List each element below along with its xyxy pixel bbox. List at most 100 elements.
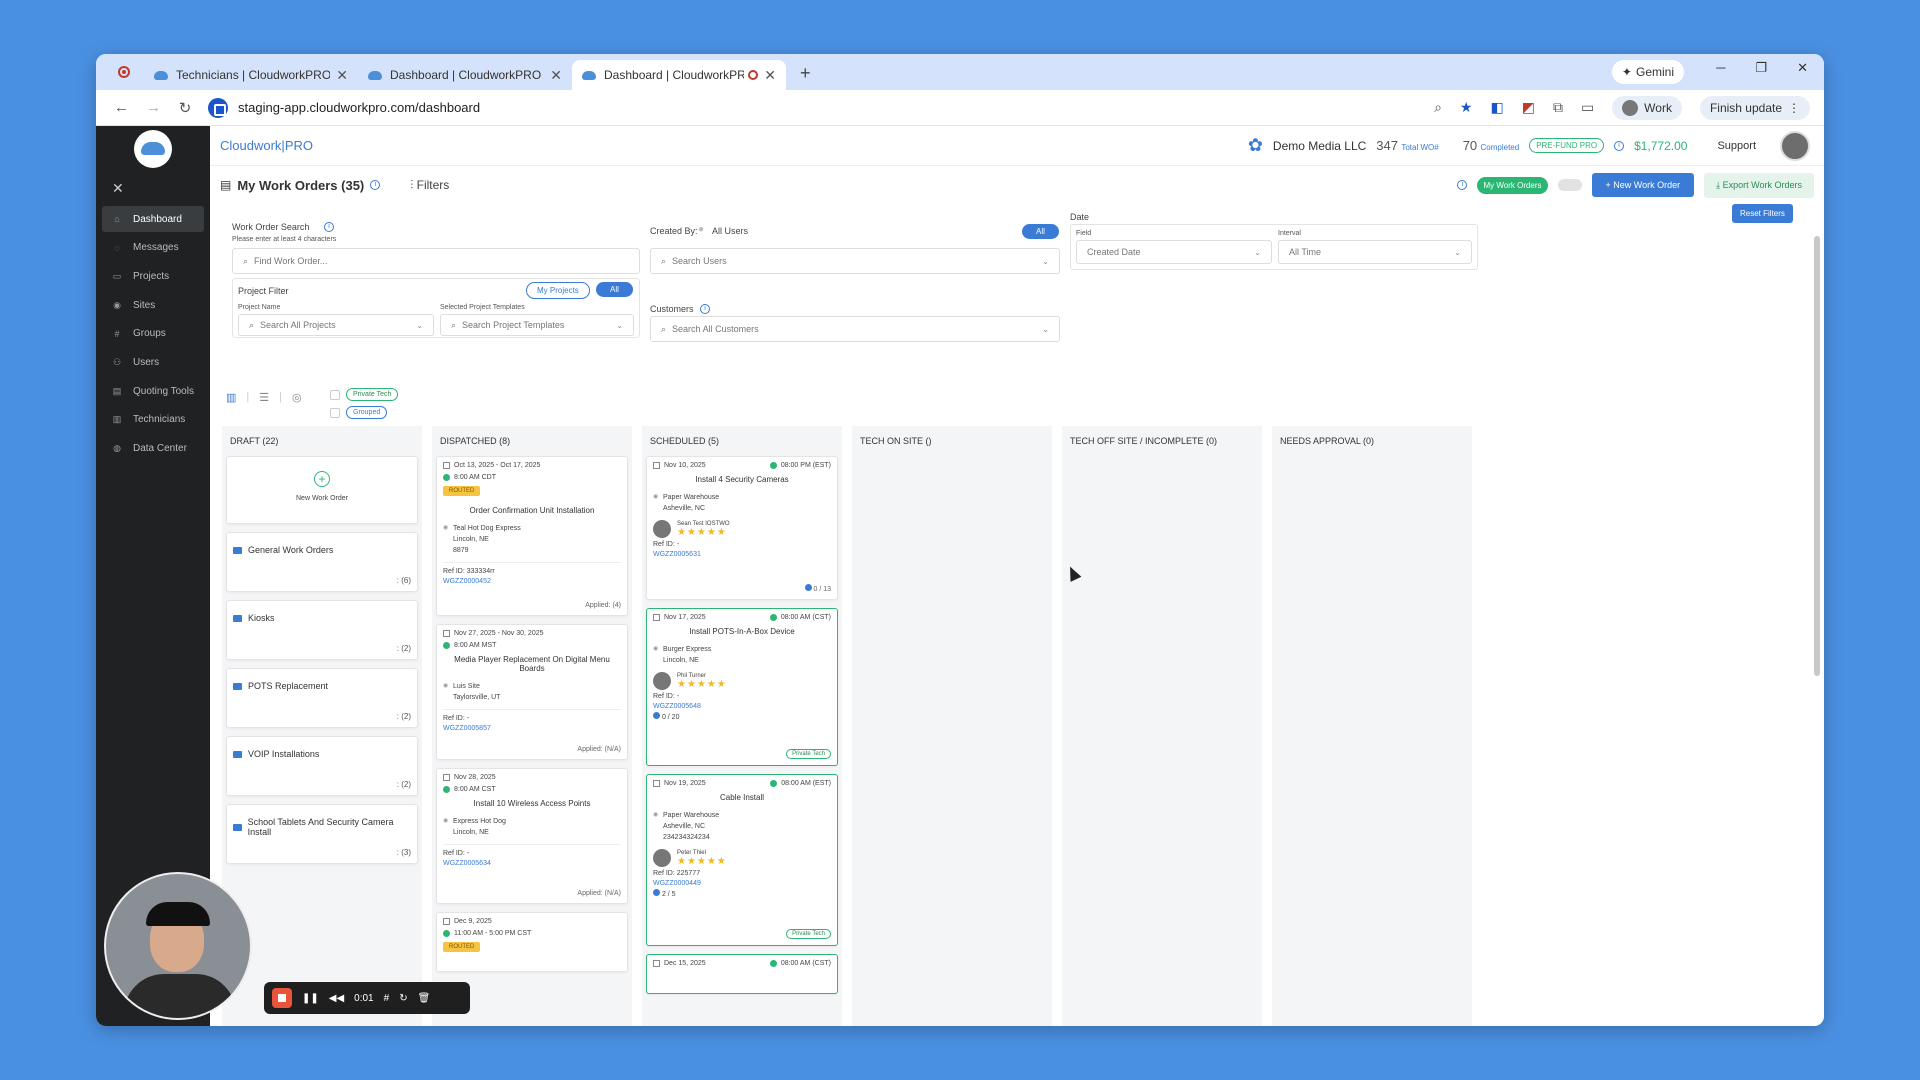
info-icon[interactable]: i [324,222,334,232]
info-icon[interactable]: i [1614,140,1625,151]
finish-update-button[interactable]: Finish update ⋮ [1699,95,1810,120]
wo-number-link[interactable]: WGZZ0000449 [653,879,831,889]
stop-recording-button[interactable] [272,988,292,1008]
tab-dashboard-active[interactable]: Dashboard | CloudworkPRO ✕ [572,60,786,90]
prefund-badge[interactable]: PRE-FUND PRO [1529,138,1605,153]
zoom-icon[interactable]: ⌕ [1434,99,1442,116]
new-tab-button[interactable]: + [800,63,811,84]
info-icon[interactable]: i [370,180,381,190]
wo-number-link[interactable]: WGZZ0005631 [653,550,831,560]
customers-select[interactable]: ⌕ Search All Customers ⌄ [650,316,1060,342]
gemini-button[interactable]: ✦ Gemini [1611,60,1684,84]
address-bar[interactable]: staging-app.cloudworkpro.com/dashboard [208,95,1434,121]
board-view-icon[interactable]: ▥ [226,391,236,404]
templates-select[interactable]: ⌕ Search Project Templates ⌄ [440,314,634,336]
private-tech-checkbox[interactable] [330,389,340,400]
tab-dashboard-1[interactable]: Dashboard | CloudworkPRO ✕ [358,60,572,90]
group-card[interactable]: Kiosks: (2) [226,600,418,660]
sidebar-item-label: Technicians [133,414,186,426]
new-work-order-button[interactable]: + New Work Order [1591,173,1695,197]
scrollbar[interactable] [1814,236,1820,676]
extension-red-icon[interactable]: ◩ [1522,99,1535,116]
work-order-card[interactable]: Nov 27, 2025 - Nov 30, 2025 8:00 AM MST … [436,624,628,760]
minimize-icon[interactable]: ─ [1716,60,1725,76]
gemini-label: Gemini [1635,65,1674,79]
tab-search-icon[interactable]: ▭ [1581,99,1594,116]
wo-search-input[interactable]: ⌕ Find Work Order... [232,248,640,274]
rating-stars: ★★★★★ [677,526,727,538]
sidebar-item-users[interactable]: ⚇ Users [102,349,204,375]
interval-select[interactable]: All Time ⌄ [1278,240,1472,264]
rewind-icon[interactable]: ◀◀ [329,993,344,1004]
grid-icon[interactable]: # [384,993,390,1004]
brand-logo[interactable]: Cloudwork|PRO [220,138,313,153]
work-order-card[interactable]: Oct 13, 2025 - Oct 17, 2025 8:00 AM CDT … [436,456,628,616]
wo-number-link[interactable]: WGZZ0005634 [443,859,621,869]
created-by-all-pill[interactable]: All [1022,224,1059,239]
site-info-icon[interactable] [208,97,228,118]
wo-number-link[interactable]: WGZZ0005648 [653,702,831,712]
wo-address: Burger Express Lincoln, NE [653,644,831,666]
close-tab-icon[interactable]: ✕ [336,67,348,84]
user-avatar[interactable] [1780,130,1810,161]
sidebar-item-data-center[interactable]: ◍ Data Center [102,436,204,462]
sidebar-item-groups[interactable]: # Groups [102,321,204,347]
sidebar-item-dashboard[interactable]: ⌂ Dashboard [102,206,204,232]
restore-icon[interactable]: ❐ [1755,60,1767,76]
my-projects-pill[interactable]: My Projects [526,282,590,299]
sidebar-item-quoting-tools[interactable]: ▤ Quoting Tools [102,378,204,404]
group-card[interactable]: VOIP Installations: (2) [226,736,418,796]
reload-icon[interactable]: ↻ [178,99,192,117]
info-icon[interactable]: i [1457,180,1468,190]
restart-icon[interactable]: ↻ [399,993,407,1004]
wo-number-link[interactable]: WGZZ0005857 [443,724,621,734]
filters-toggle[interactable]: ⫶ Filters [410,178,449,193]
new-work-order-card[interactable]: + New Work Order [226,456,418,524]
my-work-orders-button[interactable]: My Work Orders [1477,176,1548,194]
back-icon[interactable]: ← [114,99,129,116]
sidebar-item-technicians[interactable]: ▥ Technicians [102,407,204,433]
sidebar-item-sites[interactable]: ◉ Sites [102,292,204,318]
wo-number-link[interactable]: WGZZ0000452 [443,577,621,587]
my-work-orders-toggle[interactable] [1557,179,1582,191]
group-card[interactable]: POTS Replacement: (2) [226,668,418,728]
bookmark-star-icon[interactable]: ★ [1460,99,1473,116]
work-order-card[interactable]: Dec 9, 2025 11:00 AM - 5:00 PM CST ROUTE… [436,912,628,972]
close-tab-icon[interactable]: ✕ [764,67,776,84]
work-order-card[interactable]: Nov 10, 2025 08:00 PM (EST) Install 4 Sec… [646,456,838,600]
close-tab-icon[interactable]: ✕ [550,67,562,84]
work-order-card[interactable]: Nov 19, 2025 08:00 AM (EST) Cable Install… [646,774,838,946]
date-field-select[interactable]: Created Date ⌄ [1076,240,1272,264]
cloud-logo-icon[interactable] [134,130,172,168]
info-icon[interactable]: i [700,304,710,314]
wo-date: Nov 17, 2025 [664,614,706,621]
profile-button[interactable]: Work [1612,95,1682,120]
pause-icon[interactable]: ❚❚ [302,993,319,1004]
all-projects-pill[interactable]: All [596,282,633,297]
sidebar-item-projects[interactable]: ▭ Projects [102,263,204,289]
work-order-card[interactable]: Nov 28, 2025 8:00 AM CST Install 10 Wire… [436,768,628,904]
export-work-orders-button[interactable]: ⤓ Export Work Orders [1704,172,1814,198]
org-name[interactable]: Demo Media LLC [1273,139,1366,153]
work-order-card[interactable]: Nov 17, 2025 08:00 AM (CST) Install POTS-… [646,608,838,766]
puzzle-icon[interactable]: ⧉ [1553,99,1563,116]
sidebar-item-messages[interactable]: ◌ Messages [102,235,204,261]
sidebar-item-label: Data Center [133,443,187,454]
close-window-icon[interactable]: ✕ [1797,60,1808,76]
map-view-icon[interactable]: ◎ [292,391,302,404]
tab-technicians[interactable]: Technicians | CloudworkPRO ✕ [144,60,358,90]
search-users-input[interactable]: ⌕ Search Users ⌄ [650,248,1060,274]
project-name-select[interactable]: ⌕ Search All Projects ⌄ [238,314,434,336]
trash-icon[interactable]: 🗑 [418,993,431,1004]
close-sidebar-icon[interactable]: ✕ [112,180,124,197]
group-card[interactable]: School Tablets And Security Camera Insta… [226,804,418,864]
support-link[interactable]: Support [1717,140,1756,152]
group-card[interactable]: General Work Orders: (6) [226,532,418,592]
work-order-card[interactable]: Dec 15, 2025 08:00 AM (CST) [646,954,838,994]
list-view-icon[interactable]: ☰ [259,391,269,404]
forward-icon[interactable]: → [146,99,161,116]
reset-filters-button[interactable]: Reset Filters [1732,204,1793,223]
extension-icon[interactable]: ◧ [1490,99,1503,116]
clock-icon [443,786,450,793]
grouped-checkbox[interactable] [330,407,340,418]
